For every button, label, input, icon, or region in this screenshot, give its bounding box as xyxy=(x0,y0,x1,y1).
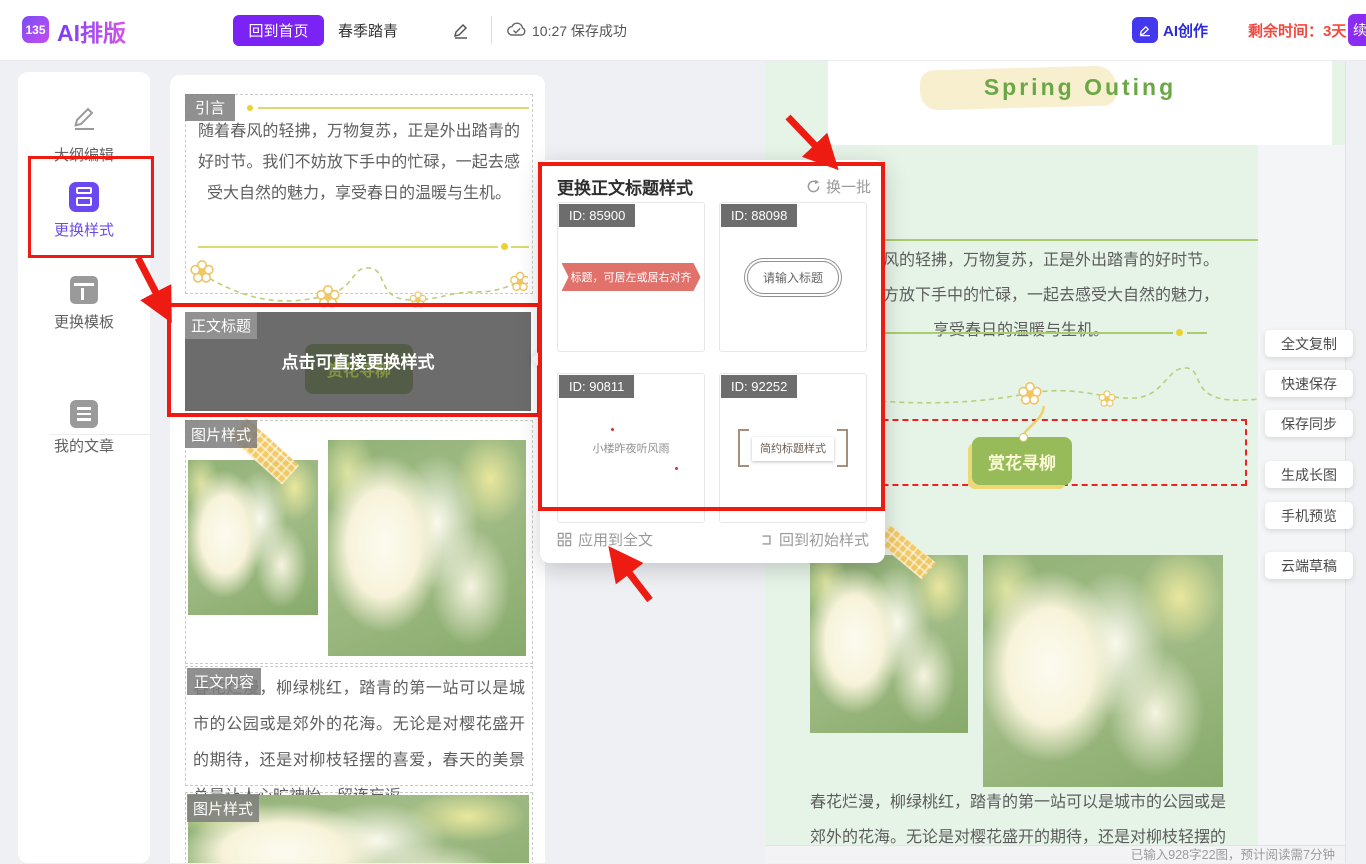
sidebar-label-outline-edit: 大纲编辑 xyxy=(18,144,150,165)
intro-paragraph[interactable]: 随着春风的轻拂，万物复苏，正是外出踏青的好时节。我们不妨放下手中的忙碌，一起去感… xyxy=(198,116,520,209)
back-home-button[interactable]: 回到首页 xyxy=(233,15,324,46)
generate-long-image-button[interactable]: 生成长图 xyxy=(1265,461,1353,488)
preview-tulip-photo-left xyxy=(810,555,968,733)
ai-create-pencil-icon[interactable] xyxy=(1132,17,1158,43)
preview-paragraph-line-3: 享受春日的温暖与生机。 xyxy=(933,316,1109,340)
apply-to-all-label: 应用到全文 xyxy=(578,529,653,550)
preview-paragraph-line-2: 方放下手中的忙碌，一起去感受大自然的魅力， xyxy=(883,281,1219,305)
bracket-title-preview: 简约标题样式 xyxy=(738,429,848,467)
image-style-label-1: 图片样式 xyxy=(185,420,257,448)
logo-135-icon: 135 xyxy=(22,16,49,43)
body-content-label: 正文内容 xyxy=(187,668,261,695)
popup-title: 更换正文标题样式 xyxy=(557,174,693,199)
mobile-preview-button[interactable]: 手机预览 xyxy=(1265,502,1353,529)
tag-string-decoration xyxy=(1002,404,1062,440)
sidebar-label-change-template: 更换模板 xyxy=(18,311,150,332)
tag-pin-dot xyxy=(1019,433,1028,442)
style-card-85900[interactable]: 标题，可居左或居右对齐 ID: 85900 xyxy=(557,202,705,352)
sidebar-label-change-style: 更换样式 xyxy=(18,219,150,240)
sidebar-item-change-style[interactable]: 更换样式 xyxy=(18,182,150,240)
save-sync-button[interactable]: 保存同步 xyxy=(1265,410,1353,437)
style-card-90811[interactable]: 小楼昨夜听风雨 ID: 90811 xyxy=(557,373,705,523)
preview-paragraph2-line-1: 春花烂漫，柳绿桃红，踏青的第一站可以是城市的公园或是 xyxy=(810,788,1226,812)
sidebar-label-my-articles: 我的文章 xyxy=(18,435,150,456)
cloud-draft-button[interactable]: 云端草稿 xyxy=(1265,552,1353,579)
ai-create-label[interactable]: AI创作 xyxy=(1163,20,1208,41)
copy-all-button[interactable]: 全文复制 xyxy=(1265,330,1353,357)
quick-save-button[interactable]: 快速保存 xyxy=(1265,370,1353,397)
section-title-text: 赏花寻柳 xyxy=(988,449,1056,474)
style-card-92252[interactable]: 简约标题样式 ID: 92252 xyxy=(719,373,867,523)
document-title: 春季踏青 xyxy=(338,20,398,41)
left-sidebar: 大纲编辑 更换样式 更换模板 我的文章 xyxy=(18,72,150,863)
style-id-chip: ID: 88098 xyxy=(721,204,797,227)
app-logo-title: AI排版 xyxy=(57,14,126,48)
style-card-88098[interactable]: 请输入标题 ID: 88098 xyxy=(719,202,867,352)
preview-right-gutter xyxy=(1258,145,1346,845)
sidebar-item-my-articles[interactable]: 我的文章 xyxy=(18,400,150,456)
intro-section-label: 引言 xyxy=(185,94,235,121)
plain-title-preview: 小楼昨夜听风雨 xyxy=(593,440,670,456)
renew-button-partial[interactable]: 续 xyxy=(1348,14,1366,46)
pill-title-preview: 请输入标题 xyxy=(747,261,839,294)
change-style-icon xyxy=(69,182,99,212)
preview-rule-dot xyxy=(1176,329,1183,336)
sidebar-item-outline-edit[interactable]: 大纲编辑 xyxy=(18,100,150,165)
preview-header-block: Spring Outing xyxy=(828,60,1332,145)
header-divider xyxy=(491,16,492,44)
cloud-saved-icon xyxy=(506,19,528,41)
refresh-icon xyxy=(806,179,821,194)
body-title-block[interactable]: 赏花寻柳 正文标题 点击可直接更换样式 xyxy=(185,312,531,411)
sidebar-item-change-template[interactable]: 更换模板 xyxy=(18,276,150,332)
change-template-icon xyxy=(70,276,98,304)
preview-paragraph-line-1: 风的轻拂，万物复苏，正是外出踏青的好时节。 xyxy=(883,246,1219,270)
style-id-chip: ID: 90811 xyxy=(559,375,634,398)
tulip-photo-large[interactable] xyxy=(328,440,526,656)
preview-paragraph2-line-2: 郊外的花海。无论是对樱花盛开的期待，还是对柳枝轻摆的 xyxy=(810,823,1226,847)
change-title-style-popup: 更换正文标题样式 换一批 标题，可居左或居右对齐 ID: 85900 请输入标题… xyxy=(540,160,885,563)
reset-icon xyxy=(759,533,773,547)
time-remaining-text: 剩余时间：3天 xyxy=(1248,20,1346,41)
reset-style-button[interactable]: 回到初始样式 xyxy=(759,529,869,550)
apply-to-all-button[interactable]: 应用到全文 xyxy=(557,529,653,550)
reset-style-label: 回到初始样式 xyxy=(779,529,869,550)
editor-canvas: 引言 随着春风的轻拂，万物复苏，正是外出踏青的好时节。我们不妨放下手中的忙碌，一… xyxy=(170,75,545,863)
word-count-status: 已输入928字22图，预计阅读需7分钟 xyxy=(765,845,1345,863)
apply-grid-icon xyxy=(557,532,572,547)
save-status-text: 10:27 保存成功 xyxy=(532,21,627,41)
intro-deco-dot xyxy=(247,105,253,111)
refresh-batch-button[interactable]: 换一批 xyxy=(806,176,871,197)
intro-bottom-dot xyxy=(501,243,508,250)
image-style-label-2: 图片样式 xyxy=(187,794,259,822)
top-header: 135 AI排版 回到首页 春季踏青 10:27 保存成功 AI创作 剩余时间：… xyxy=(0,0,1366,61)
my-articles-icon xyxy=(70,400,98,428)
preview-rule-stub xyxy=(1187,332,1207,334)
tulip-photo-small[interactable] xyxy=(188,460,318,615)
refresh-batch-label: 换一批 xyxy=(826,176,871,197)
edit-pencil-icon[interactable] xyxy=(450,19,472,41)
body-title-label: 正文标题 xyxy=(185,312,257,339)
preview-article-title: Spring Outing xyxy=(828,74,1332,101)
style-id-chip: ID: 85900 xyxy=(559,204,635,227)
ribbon-title-preview: 标题，可居左或居右对齐 xyxy=(562,263,701,291)
intro-deco-line xyxy=(258,107,529,109)
intro-bottom-line xyxy=(198,246,498,248)
preview-tulip-photo-right xyxy=(983,555,1223,787)
section-title-button[interactable]: 赏花寻柳 xyxy=(972,437,1072,485)
flower-divider-graphic xyxy=(188,252,528,308)
change-style-hint[interactable]: 点击可直接更换样式 xyxy=(185,348,531,373)
outline-edit-pencil-icon xyxy=(69,100,99,132)
style-id-chip: ID: 92252 xyxy=(721,375,797,398)
intro-bottom-line-stub xyxy=(511,246,529,248)
